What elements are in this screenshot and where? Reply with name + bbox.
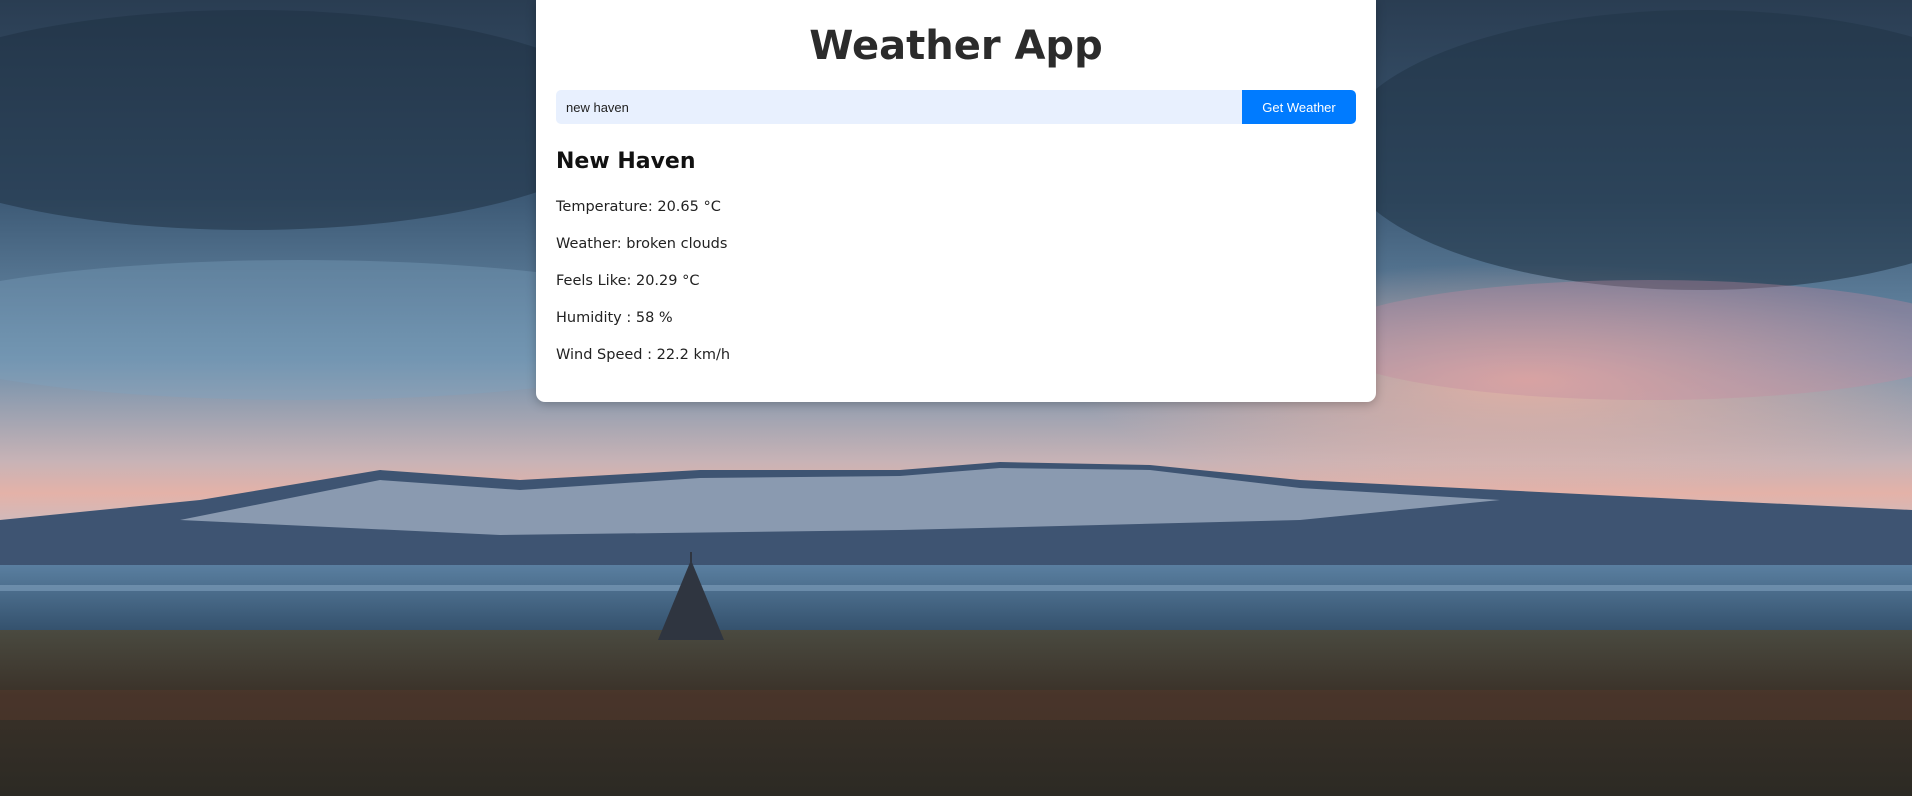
get-weather-button[interactable]: Get Weather <box>1242 90 1356 124</box>
app-title: Weather App <box>809 23 1103 69</box>
weather-description-text: Weather: broken clouds <box>556 236 728 252</box>
temperature-text: Temperature: 20.65 °C <box>556 199 721 215</box>
city-name: New Haven <box>556 149 696 174</box>
feels-like-text: Feels Like: 20.29 °C <box>556 273 700 289</box>
weather-result: New Haven Temperature: 20.65 °C Weather:… <box>556 146 1356 363</box>
weather-card: Weather App Get Weather New Haven Temper… <box>536 0 1376 402</box>
search-bar: Get Weather <box>556 90 1356 124</box>
humidity-text: Humidity : 58 % <box>556 310 673 326</box>
city-search-input[interactable] <box>556 90 1242 124</box>
wind-speed-text: Wind Speed : 22.2 km/h <box>556 347 731 363</box>
